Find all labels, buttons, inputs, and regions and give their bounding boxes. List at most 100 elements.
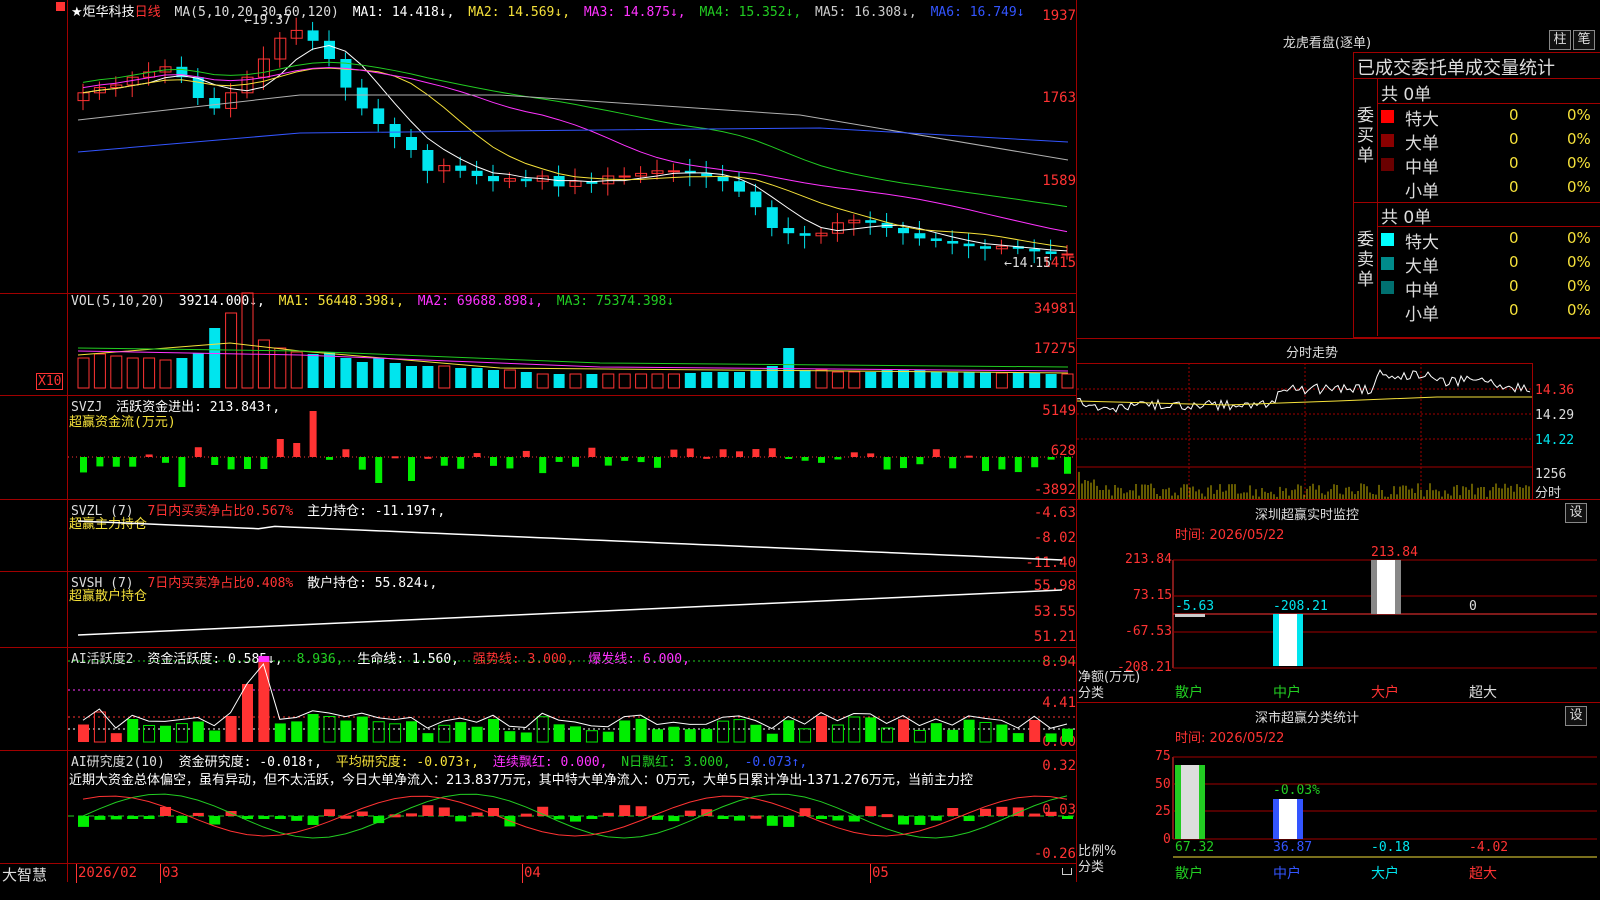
ai-research-chart[interactable]: [0, 750, 1076, 863]
svzl-chart[interactable]: [0, 499, 1076, 571]
date-tick: 2026/02: [78, 865, 138, 881]
flow-bar: [654, 457, 661, 468]
candlestick-chart[interactable]: [0, 0, 1076, 293]
buy-s-pct: 0%: [1567, 178, 1591, 196]
lock-icon[interactable]: [1062, 868, 1072, 875]
volume-bar: [143, 357, 156, 389]
activity-bar: [602, 731, 614, 742]
chart-area[interactable]: ★炬华科技日线 MA(5,10,20,30,60,120) MA1: 14.41…: [0, 0, 1077, 884]
svzj-panel[interactable]: SVZJ 活跃资金进出: 213.843↑, 超赢资金流(万元) 5149 62…: [0, 395, 1076, 500]
intraday-chart[interactable]: [1076, 339, 1600, 499]
volume-bar: [701, 372, 713, 388]
candle: [783, 228, 795, 234]
volume-bar: [651, 373, 664, 389]
flow-bar: [244, 457, 251, 469]
svsh-chart[interactable]: [0, 571, 1076, 647]
flow-bar: [80, 457, 87, 473]
sz-class-panel: 深市超赢分类统计 设 时间: 2026/05/22 75 50 25 0 -0.…: [1077, 703, 1600, 900]
activity-bar: [225, 716, 237, 742]
column-view-button[interactable]: 柱: [1549, 30, 1571, 50]
volume-panel[interactable]: VOL(5,10,20) 39214.000↓, MA1: 56448.398↓…: [0, 292, 1076, 396]
flow-bar: [686, 448, 694, 457]
volume-bar: [553, 374, 565, 388]
date-axis: 大智慧 2026/02 03 04 05: [0, 863, 1076, 884]
activity-bar: [389, 723, 402, 743]
bar-san: [1175, 614, 1205, 617]
volume-bar: [684, 373, 696, 388]
lhb-section-title: 已成交委托单成交量统计: [1357, 58, 1555, 79]
sell-s-pct: 0%: [1567, 301, 1591, 319]
flow-bar: [178, 457, 186, 487]
sell-m-pct: 0%: [1567, 277, 1591, 295]
candle: [307, 30, 319, 41]
research-bar: [324, 809, 335, 816]
activity-bar: [799, 728, 812, 743]
volume-bar: [422, 366, 434, 388]
candle: [980, 246, 991, 249]
buy-orders-label: 委买单: [1357, 106, 1374, 166]
flow-bar: [752, 449, 760, 457]
activity-bar: [652, 729, 663, 742]
research-bar: [832, 816, 844, 821]
activity-bar: [127, 718, 139, 742]
buy-s-count: 0: [1509, 178, 1519, 196]
flow-bar: [916, 457, 924, 465]
flow-bar: [276, 439, 284, 457]
volume-chart[interactable]: [0, 292, 1076, 395]
right-sidebar: 龙虎看盘(逐单) 柱 笔 已成交委托单成交量统计 委买单 共 0单 特大 0 0…: [1076, 0, 1600, 900]
price-panel[interactable]: ★炬华科技日线 MA(5,10,20,30,60,120) MA1: 14.41…: [0, 0, 1076, 294]
activity-bar: [963, 719, 975, 742]
date-tick: 05: [872, 865, 889, 881]
volume-bar: [307, 354, 319, 388]
candle: [667, 170, 680, 173]
activity-bar: [570, 726, 581, 742]
flow-bar: [522, 450, 530, 457]
flow-bar: [703, 456, 711, 459]
flow-bar: [145, 454, 153, 457]
flow-bar: [211, 457, 219, 465]
buy-s-label: 小单: [1405, 182, 1439, 202]
volume-bar: [618, 373, 631, 389]
ai-activity-chart[interactable]: [0, 647, 1076, 750]
candle: [503, 178, 516, 182]
volume-bar: [93, 353, 106, 389]
flow-bar: [424, 456, 432, 459]
research-bar: [78, 816, 89, 827]
activity-bar: [471, 726, 483, 742]
flow-bar: [900, 457, 907, 469]
ma-line: [77, 94, 1069, 161]
tick-view-button[interactable]: 笔: [1573, 30, 1595, 50]
activity-bar: [340, 720, 352, 742]
research-bar: [209, 816, 221, 825]
ai-activity-panel[interactable]: AI活跃度2 资金活跃度: 0.585↓, 8.936, 生命线: 1.560,…: [0, 647, 1076, 751]
flow-bar: [1014, 457, 1022, 473]
activity-bar: [701, 728, 713, 742]
svsh-panel[interactable]: SVSH (7) 7日内买卖净占比0.408% 散户持仓: 55.824↓, 超…: [0, 571, 1076, 648]
activity-bar: [585, 730, 598, 743]
research-bar: [881, 814, 893, 818]
bar-da-highlight: [1377, 560, 1395, 614]
sell-l-pct: 0%: [1567, 253, 1591, 271]
activity-bar: [831, 724, 844, 743]
sell-xl-count: 0: [1509, 229, 1519, 247]
research-bar: [602, 812, 614, 816]
research-bar: [422, 805, 434, 816]
svzj-chart[interactable]: [0, 395, 1076, 499]
research-bar: [520, 813, 532, 817]
sell-xl-pct: 0%: [1567, 229, 1591, 247]
svzl-panel[interactable]: SVZL (7) 7日内买卖净占比0.567% 主力持仓: -11.197↑, …: [0, 499, 1076, 572]
research-bar: [1045, 811, 1057, 816]
volume-bar: [126, 357, 139, 389]
buy-m-pct: 0%: [1567, 154, 1591, 172]
activity-bar: [372, 721, 385, 743]
intraday-panel[interactable]: 分时走势 14.36 14.29 14.22 1256 分时: [1076, 339, 1600, 501]
buy-xl-label: 特大: [1405, 110, 1439, 130]
ai-research-panel[interactable]: AI研究度2(10) 资金研究度: -0.018↑, 平均研究度: -0.073…: [0, 750, 1076, 863]
research-bar: [258, 816, 270, 819]
flow-bar: [736, 451, 743, 457]
flow-bar: [408, 457, 415, 481]
volume-bar: [980, 372, 991, 388]
activity-bar: [422, 733, 434, 742]
activity-bar: [455, 722, 467, 742]
volume-bar: [1045, 374, 1057, 388]
